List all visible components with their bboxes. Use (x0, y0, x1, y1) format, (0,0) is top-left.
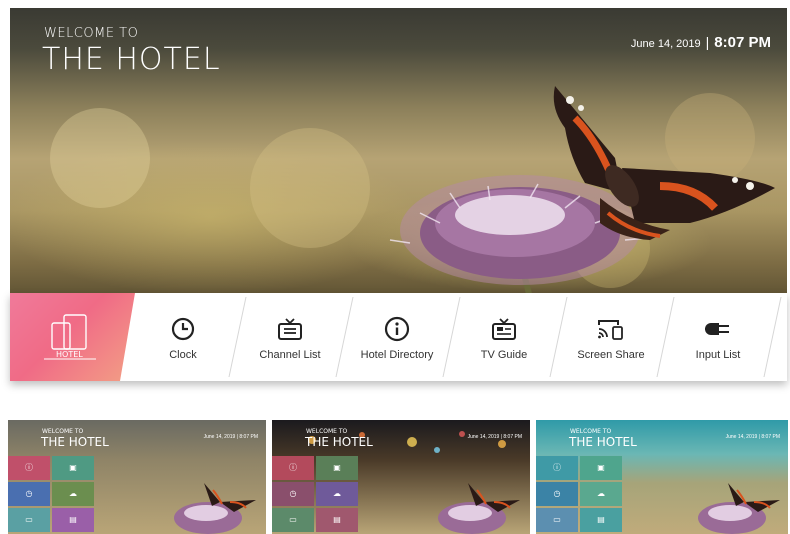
time-label: 8:07 PM (714, 34, 771, 51)
preview-tile: ⓘ (8, 456, 50, 480)
welcome-text: WELCOME TO (44, 26, 139, 41)
preview-tile: ▤ (316, 508, 358, 532)
hotel-logo-icon: HOTEL (44, 314, 96, 360)
preview-welcome: WELCOME TO (306, 428, 348, 435)
hotel-logo-label: HOTEL (56, 350, 83, 359)
date-time-separator: | (705, 34, 710, 50)
hotel-logo-tile[interactable]: HOTEL (10, 293, 135, 381)
menu-item-label: Input List (695, 349, 741, 361)
menu-item-clock[interactable]: Clock (130, 293, 236, 381)
menu-item-label: Screen Share (577, 349, 645, 361)
preview-tile: ▣ (52, 456, 94, 480)
hotel-name: THE HOTEL (42, 42, 221, 77)
tv-icon (275, 315, 305, 343)
preview-tile: ▭ (272, 508, 314, 532)
preview-date-time: June 14, 2019 | 8:07 PM (725, 434, 780, 440)
preview-welcome: WELCOME TO (42, 428, 84, 435)
preview-tile: ⓘ (272, 456, 314, 480)
preview-tile: ▤ (580, 508, 622, 532)
preview-date-time: June 14, 2019 | 8:07 PM (467, 434, 522, 440)
menu-item-channel-list[interactable]: Channel List (237, 293, 343, 381)
main-menu-bar: HOTEL Clock Channel List Hotel Directory… (10, 293, 787, 381)
preview-tile: ☁ (52, 482, 94, 506)
preview-tile: ◷ (8, 482, 50, 506)
menu-item-screen-share[interactable]: Screen Share (558, 293, 664, 381)
preview-welcome: WELCOME TO (570, 428, 612, 435)
info-icon (382, 315, 412, 343)
preview-tile: ▭ (536, 508, 578, 532)
menu-item-tv-guide[interactable]: TV Guide (451, 293, 557, 381)
preview-tile: ◷ (272, 482, 314, 506)
preview-tile: ◷ (536, 482, 578, 506)
preview-tile: ▣ (580, 456, 622, 480)
preview-tile-grid: ⓘ ▣ ◷ ☁ ▭ ▤ (536, 456, 624, 534)
screen-share-icon (596, 315, 626, 343)
preview-tile: ▤ (52, 508, 94, 532)
date-time-display: June 14, 2019 | 8:07 PM (631, 34, 771, 51)
clock-icon (168, 315, 198, 343)
preview-tile-grid: ⓘ ▣ ◷ ☁ ▭ ▤ (8, 456, 96, 534)
input-plug-icon (703, 315, 733, 343)
date-label: June 14, 2019 (630, 38, 701, 50)
tv-guide-icon (489, 315, 519, 343)
preview-tile: ▭ (8, 508, 50, 532)
preview-tile: ⓘ (536, 456, 578, 480)
menu-item-label: Channel List (259, 349, 321, 361)
theme-preview-night-city[interactable]: WELCOME TO THE HOTEL June 14, 2019 | 8:0… (272, 420, 530, 534)
preview-tile-grid: ⓘ ▣ ◷ ☁ ▭ ▤ (272, 456, 360, 534)
preview-tile: ☁ (316, 482, 358, 506)
menu-item-input-list[interactable]: Input List (665, 293, 771, 381)
hero-banner: WELCOME TO THE HOTEL June 14, 2019 | 8:07 … (10, 8, 787, 298)
menu-item-label: TV Guide (480, 349, 528, 361)
preview-tile: ▣ (316, 456, 358, 480)
theme-preview-sunset[interactable]: WELCOME TO THE HOTEL June 14, 2019 | 8:0… (8, 420, 266, 534)
theme-preview-teal-sky[interactable]: WELCOME TO THE HOTEL June 14, 2019 | 8:0… (536, 420, 788, 534)
preview-hotel-name: THE HOTEL (569, 435, 637, 449)
menu-item-hotel-directory[interactable]: Hotel Directory (344, 293, 450, 381)
preview-date-time: June 14, 2019 | 8:07 PM (203, 434, 258, 440)
preview-tile: ☁ (580, 482, 622, 506)
menu-item-label: Hotel Directory (360, 349, 434, 361)
menu-item-label: Clock (169, 349, 197, 361)
preview-hotel-name: THE HOTEL (41, 435, 109, 449)
preview-hotel-name: THE HOTEL (305, 435, 373, 449)
